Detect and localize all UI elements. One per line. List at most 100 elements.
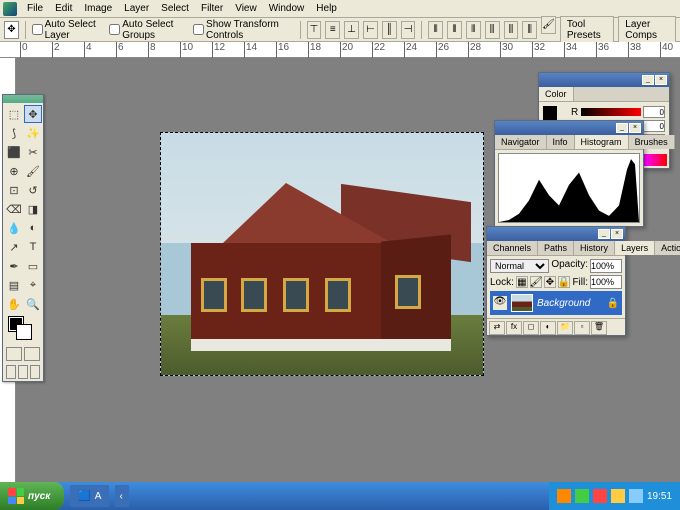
tool-wand[interactable]: ✨ — [24, 124, 42, 142]
tool-slice[interactable]: ✂ — [24, 143, 42, 161]
tool-brush[interactable]: 🖌 — [24, 162, 42, 180]
tool-blur[interactable]: 💧 — [5, 219, 23, 237]
distribute-right-icon[interactable]: ⫼ — [522, 21, 537, 39]
layer-mask-icon[interactable]: ◻ — [523, 321, 539, 335]
menu-window[interactable]: Window — [263, 1, 311, 16]
tool-eraser[interactable]: ⌫ — [5, 200, 23, 218]
tool-presets-well[interactable]: Tool Presets — [560, 16, 614, 44]
tool-eyedropper[interactable]: ⌖ — [24, 276, 42, 294]
quickmask-mode-icon[interactable] — [24, 347, 40, 361]
align-vcenter-icon[interactable]: ≡ — [325, 21, 340, 39]
minimize-icon[interactable]: _ — [642, 75, 654, 85]
panel-titlebar[interactable]: _ × — [539, 73, 669, 87]
tool-crop[interactable]: ⬛ — [5, 143, 23, 161]
screen-full-menu-icon[interactable] — [18, 365, 28, 379]
palette-grip[interactable] — [3, 95, 43, 103]
screen-standard-icon[interactable] — [6, 365, 16, 379]
g-input[interactable] — [643, 120, 665, 132]
tab-layers[interactable]: Layers — [615, 241, 655, 255]
fg-swatch[interactable] — [543, 106, 557, 120]
menu-filter[interactable]: Filter — [195, 1, 229, 16]
lock-pixels-icon[interactable]: 🖌 — [530, 276, 542, 288]
tray-icon[interactable] — [611, 489, 625, 503]
tool-lasso[interactable]: ⟆ — [5, 124, 23, 142]
tool-type[interactable]: T — [24, 238, 42, 256]
tool-shape[interactable]: ▭ — [24, 257, 42, 275]
menu-edit[interactable]: Edit — [49, 1, 78, 16]
blend-mode-select[interactable]: Normal — [490, 259, 549, 273]
tool-hand[interactable]: ✋ — [5, 295, 23, 313]
tool-history-brush[interactable]: ↺ — [24, 181, 42, 199]
menu-layer[interactable]: Layer — [118, 1, 155, 16]
menu-file[interactable]: File — [21, 1, 49, 16]
distribute-hcenter-icon[interactable]: ⫼ — [504, 21, 519, 39]
align-right-icon[interactable]: ⊣ — [401, 21, 416, 39]
link-layers-icon[interactable]: ⇄ — [489, 321, 505, 335]
minimize-icon[interactable]: _ — [598, 229, 610, 239]
background-color[interactable] — [17, 325, 31, 339]
distribute-top-icon[interactable]: ⫴ — [428, 21, 443, 39]
tool-stamp[interactable]: ⊡ — [5, 181, 23, 199]
document-canvas[interactable] — [160, 132, 484, 376]
tool-notes[interactable]: ▤ — [5, 276, 23, 294]
auto-select-layer-checkbox[interactable]: Auto Select Layer — [32, 19, 106, 41]
tab-history[interactable]: History — [574, 241, 615, 255]
panel-titlebar[interactable]: _ × — [495, 121, 643, 135]
close-icon[interactable]: × — [611, 229, 623, 239]
show-transform-checkbox[interactable]: Show Transform Controls — [193, 19, 294, 41]
tool-heal[interactable]: ⊕ — [5, 162, 23, 180]
tool-pen[interactable]: ✒ — [5, 257, 23, 275]
start-button[interactable]: пуск — [0, 482, 64, 510]
layer-comps-well[interactable]: Layer Comps — [618, 16, 676, 44]
menu-select[interactable]: Select — [155, 1, 195, 16]
layer-style-icon[interactable]: fx — [506, 321, 522, 335]
opacity-input[interactable] — [590, 259, 622, 273]
standard-mode-icon[interactable] — [6, 347, 22, 361]
adjustment-layer-icon[interactable]: ◐ — [540, 321, 556, 335]
close-icon[interactable]: × — [655, 75, 667, 85]
lock-all-icon[interactable]: 🔒 — [558, 276, 570, 288]
tab-histogram[interactable]: Histogram — [575, 135, 629, 149]
tray-icon[interactable] — [557, 489, 571, 503]
tab-color[interactable]: Color — [539, 87, 574, 101]
brush-well-icon[interactable]: 🖌 — [541, 16, 556, 34]
menu-view[interactable]: View — [229, 1, 263, 16]
tab-channels[interactable]: Channels — [487, 241, 538, 255]
align-bottom-icon[interactable]: ⊥ — [344, 21, 359, 39]
minimize-icon[interactable]: _ — [616, 123, 628, 133]
tray-icon[interactable] — [593, 489, 607, 503]
lock-position-icon[interactable]: ✥ — [544, 276, 556, 288]
menu-image[interactable]: Image — [78, 1, 118, 16]
visibility-icon[interactable]: 👁 — [493, 296, 507, 310]
tab-actions[interactable]: Actions — [655, 241, 680, 255]
move-tool-icon[interactable]: ✥ — [4, 21, 19, 39]
distribute-bottom-icon[interactable]: ⫴ — [466, 21, 481, 39]
tab-navigator[interactable]: Navigator — [495, 135, 547, 149]
ruler-horizontal[interactable]: 0 2 4 6 8 10 12 14 16 18 20 22 24 26 28 … — [0, 42, 680, 58]
tool-marquee[interactable]: ⬚ — [5, 105, 23, 123]
tool-move[interactable]: ✥ — [24, 105, 42, 123]
taskbar-item[interactable]: ‹ — [115, 485, 129, 507]
distribute-left-icon[interactable]: ⫼ — [485, 21, 500, 39]
r-slider[interactable] — [581, 108, 641, 116]
layer-thumbnail[interactable] — [511, 294, 533, 312]
align-top-icon[interactable]: ⊤ — [307, 21, 322, 39]
fill-input[interactable] — [590, 275, 622, 289]
tab-info[interactable]: Info — [547, 135, 575, 149]
clock[interactable]: 19:51 — [647, 491, 672, 502]
tray-icon[interactable] — [575, 489, 589, 503]
align-hcenter-icon[interactable]: ║ — [382, 21, 397, 39]
group-icon[interactable]: 📁 — [557, 321, 573, 335]
lock-transparency-icon[interactable]: ▦ — [516, 276, 528, 288]
close-icon[interactable]: × — [629, 123, 641, 133]
tab-brushes[interactable]: Brushes — [629, 135, 675, 149]
menu-help[interactable]: Help — [310, 1, 343, 16]
r-input[interactable] — [643, 106, 665, 118]
align-left-icon[interactable]: ⊢ — [363, 21, 378, 39]
tray-icon[interactable] — [629, 489, 643, 503]
auto-select-groups-checkbox[interactable]: Auto Select Groups — [109, 19, 189, 41]
taskbar-item[interactable]: 🟦 A — [70, 485, 109, 507]
tool-path[interactable]: ↗ — [5, 238, 23, 256]
tool-zoom[interactable]: 🔍 — [24, 295, 42, 313]
panel-titlebar[interactable]: _ × — [487, 227, 625, 241]
